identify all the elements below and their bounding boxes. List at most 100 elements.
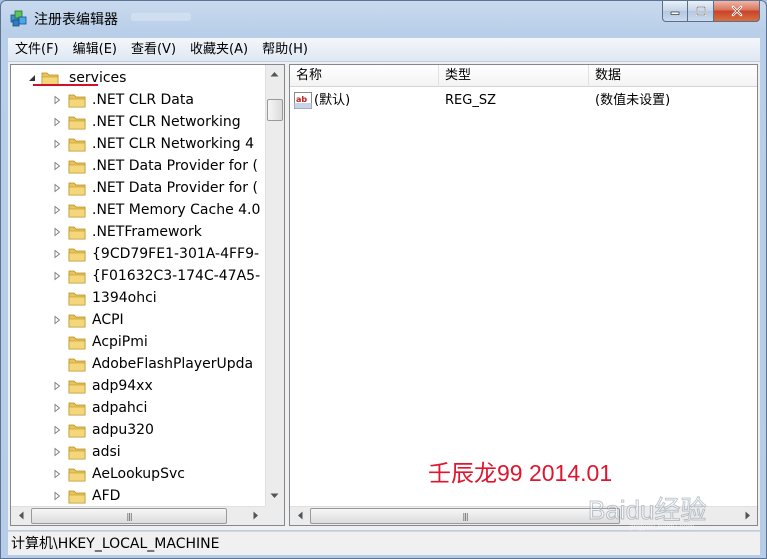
collapsed-arrow-icon[interactable] [52,469,62,479]
menu-view[interactable]: 查看(V) [124,39,183,61]
collapsed-arrow-icon[interactable] [52,95,62,105]
column-header-type[interactable]: 类型 [439,65,589,87]
tree-node-label: AeLookupSvc [92,466,185,482]
scroll-down-button[interactable] [266,487,283,504]
folder-icon [68,314,86,328]
collapsed-arrow-icon[interactable] [52,491,62,501]
tree-node-label: .NET CLR Networking 4 [92,136,254,152]
collapsed-arrow-icon[interactable] [52,425,62,435]
collapsed-arrow-icon[interactable] [52,139,62,149]
folder-icon [68,358,86,372]
folder-icon [68,182,86,196]
tree-node-label: adp94xx [92,378,153,394]
collapsed-arrow-icon[interactable] [52,183,62,193]
folder-icon [68,226,86,240]
collapsed-arrow-icon[interactable] [52,381,62,391]
svg-text:jingyan.baidu.com: jingyan.baidu.com [629,522,695,531]
folder-icon [68,424,86,438]
tree-node[interactable]: adpu320 [11,419,265,441]
tree-vertical-scrollbar[interactable] [265,65,284,506]
collapsed-arrow-icon[interactable] [52,447,62,457]
scroll-thumb[interactable] [267,99,283,121]
value-data: (数值未设置) [595,93,671,108]
menu-file[interactable]: 文件(F) [8,39,66,61]
scroll-left-button[interactable] [12,507,29,524]
tree-node[interactable]: .NET Data Provider for ( [11,177,265,199]
tree-node[interactable]: adp94xx [11,375,265,397]
scroll-left-button[interactable] [291,507,308,524]
folder-icon [68,380,86,394]
registry-editor-window: 注册表编辑器 文件(F) 编辑(E) 查看(V) 收藏夹(A) 帮助(H) se… [0,0,767,559]
author-caption: 壬辰龙99 2014.01 [428,460,613,486]
tree-node[interactable]: .NETFramework [11,221,265,243]
tree-node[interactable]: {F01632C3-174C-47A5- [11,265,265,287]
folder-icon [68,468,86,482]
title-bar[interactable]: 注册表编辑器 [1,1,766,35]
scroll-right-button[interactable] [247,507,264,524]
folder-icon [68,248,86,262]
tree-node-label: {9CD79FE1-301A-4FF9- [92,246,260,262]
tree-node[interactable]: AFD [11,485,265,506]
tree-node-label: .NET Data Provider for ( [92,180,258,196]
tree-node-services[interactable]: services [11,67,265,89]
tree-node[interactable]: .NET CLR Networking [11,111,265,133]
tree-node[interactable]: .NET CLR Networking 4 [11,133,265,155]
scroll-thumb[interactable]: ||| [31,508,227,524]
tree-node[interactable]: 1394ohci [11,287,265,309]
collapsed-arrow-icon[interactable] [52,249,62,259]
folder-icon [68,490,86,504]
value-name: (默认) [314,93,351,108]
tree-node[interactable]: .NET Data Provider for ( [11,155,265,177]
maximize-button[interactable] [688,1,714,22]
scroll-up-button[interactable] [266,65,283,82]
tree-node[interactable]: adpahci [11,397,265,419]
blurred-title-suffix [131,13,191,21]
status-path: 计算机\HKEY_LOCAL_MACHINE [11,536,220,552]
tree-node[interactable]: adsi [11,441,265,463]
folder-icon [68,204,86,218]
folder-icon [68,138,86,152]
menu-help[interactable]: 帮助(H) [255,39,315,61]
tree-node-label: AFD [92,488,121,504]
key-tree: services .NET CLR Data .NET CLR Networkin… [11,65,265,506]
list-header: 名称 类型 数据 [290,65,757,87]
red-underline-annotation [33,84,98,86]
menu-favorites[interactable]: 收藏夹(A) [183,39,255,61]
tree-node-label: adpu320 [92,422,154,438]
column-header-data[interactable]: 数据 [589,65,757,87]
tree-node[interactable]: .NET CLR Data [11,89,265,111]
collapsed-arrow-icon[interactable] [52,161,62,171]
value-type: REG_SZ [445,93,496,108]
tree-node-label: ACPI [92,312,124,328]
expanded-arrow-icon[interactable] [27,73,37,83]
tree-node-label: .NET Data Provider for ( [92,158,258,174]
folder-icon [68,270,86,284]
caption-buttons [662,1,760,23]
tree-node[interactable]: {9CD79FE1-301A-4FF9- [11,243,265,265]
scrollbar-corner [265,506,284,525]
scroll-thumb[interactable]: ||| [310,508,620,524]
tree-node[interactable]: AcpiPmi [11,331,265,353]
collapsed-arrow-icon[interactable] [52,403,62,413]
tree-node[interactable]: AeLookupSvc [11,463,265,485]
collapsed-arrow-icon[interactable] [52,205,62,215]
collapsed-arrow-icon[interactable] [52,117,62,127]
column-header-name[interactable]: 名称 [290,65,439,87]
menu-edit[interactable]: 编辑(E) [66,39,124,61]
tree-node-label: .NETFramework [92,224,202,240]
list-row[interactable]: ab (默认) REG_SZ (数值未设置) [290,90,757,112]
tree-node-label: .NET CLR Data [92,92,194,108]
collapsed-arrow-icon[interactable] [52,271,62,281]
tree-node[interactable]: ACPI [11,309,265,331]
folder-icon [68,94,86,108]
tree-node[interactable]: .NET Memory Cache 4.0 [11,199,265,221]
tree-node[interactable]: AdobeFlashPlayerUpda [11,353,265,375]
collapsed-arrow-icon[interactable] [52,227,62,237]
close-button[interactable] [714,1,760,22]
status-bar: 计算机\HKEY_LOCAL_MACHINE [8,531,760,555]
minimize-icon [670,11,680,15]
tree-horizontal-scrollbar[interactable]: ||| [11,506,265,525]
minimize-button[interactable] [662,1,688,22]
folder-icon [68,336,86,350]
collapsed-arrow-icon[interactable] [52,315,62,325]
